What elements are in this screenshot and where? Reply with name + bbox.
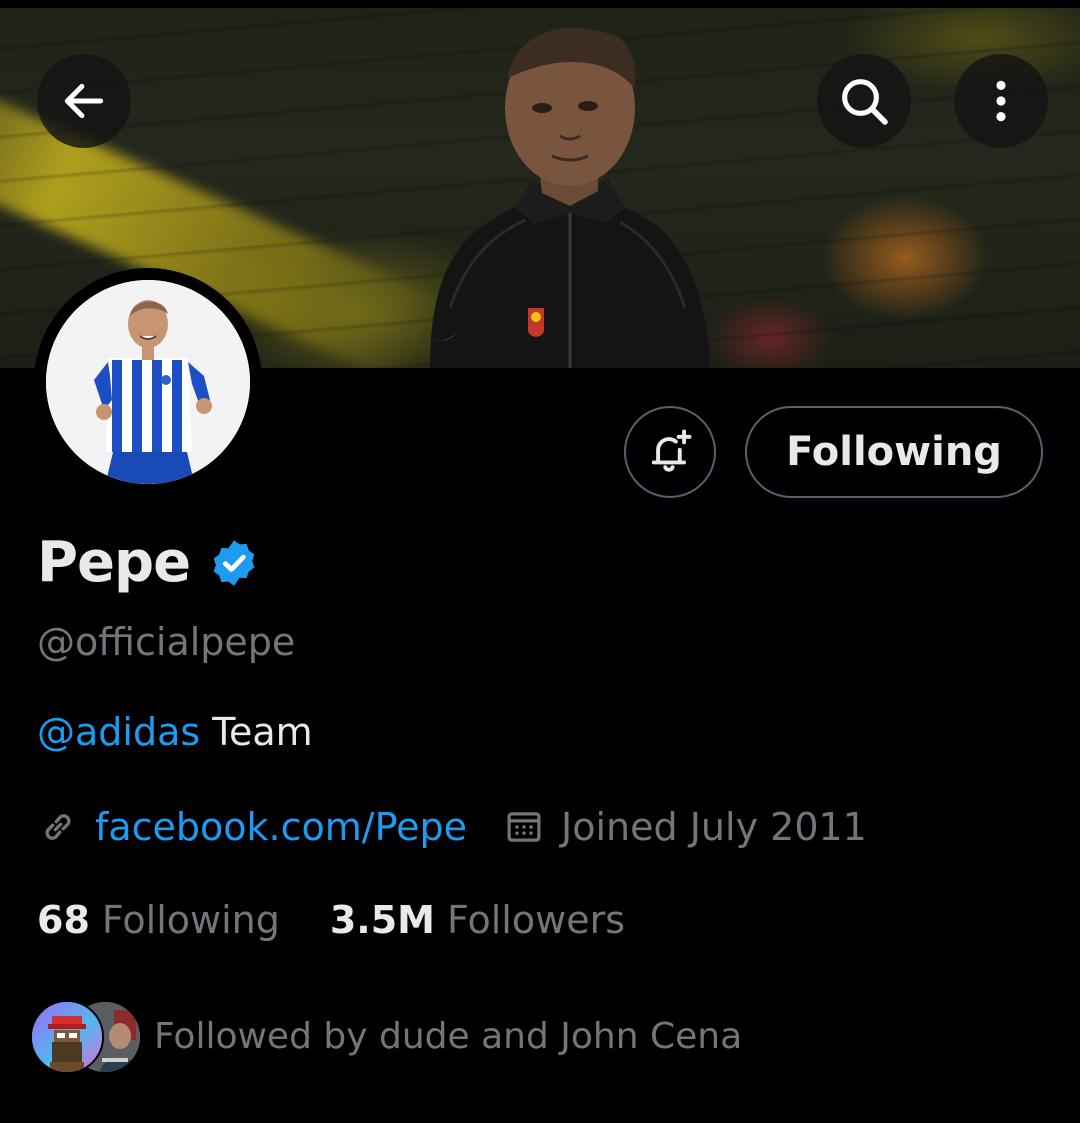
display-name: Pepe — [37, 530, 191, 595]
followed-by-avatars — [30, 998, 142, 1074]
bell-plus-icon — [651, 429, 692, 472]
more-options-button[interactable] — [954, 54, 1048, 148]
profile-handle: @officialpepe — [37, 620, 296, 664]
profile-website-link[interactable]: facebook.com/Pepe — [95, 805, 467, 849]
joined-date: Joined July 2011 — [561, 805, 867, 849]
link-icon — [37, 806, 79, 848]
banner-player-image — [430, 27, 710, 368]
follow-stats: 68 Following 3.5M Followers — [37, 898, 625, 942]
profile-page: Following Pepe @officialpepe @adidas Tea… — [0, 0, 1080, 1123]
followers-count: 3.5M — [329, 898, 435, 942]
calendar-icon — [503, 806, 545, 848]
verified-badge-icon[interactable] — [208, 537, 260, 589]
followed-by-row[interactable]: Followed by dude and John Cena — [30, 998, 742, 1074]
arrow-left-icon — [64, 83, 104, 119]
followers-stat[interactable]: 3.5M Followers — [330, 898, 625, 942]
search-icon — [842, 79, 888, 125]
following-stat[interactable]: 68 Following — [37, 898, 280, 942]
follower-avatar-dude — [30, 1000, 104, 1074]
avatar-frame[interactable] — [34, 268, 262, 496]
more-vertical-icon — [996, 80, 1006, 122]
search-button[interactable] — [817, 54, 911, 148]
back-button[interactable] — [37, 54, 131, 148]
followers-label: Followers — [447, 898, 625, 942]
following-count: 68 — [37, 898, 90, 942]
avatar[interactable] — [46, 280, 250, 484]
avatar-player-image — [46, 280, 250, 484]
profile-meta: facebook.com/Pepe Joined July 2011 — [37, 805, 867, 849]
profile-bio: @adidas Team — [37, 710, 313, 754]
followed-by-text: Followed by dude and John Cena — [154, 1015, 743, 1057]
notifications-button[interactable] — [624, 406, 716, 498]
following-label: Following — [101, 898, 280, 942]
bio-text: Team — [200, 710, 313, 754]
following-button[interactable]: Following — [745, 406, 1043, 498]
bio-mention-link[interactable]: @adidas — [37, 710, 200, 754]
name-row: Pepe — [37, 530, 260, 595]
